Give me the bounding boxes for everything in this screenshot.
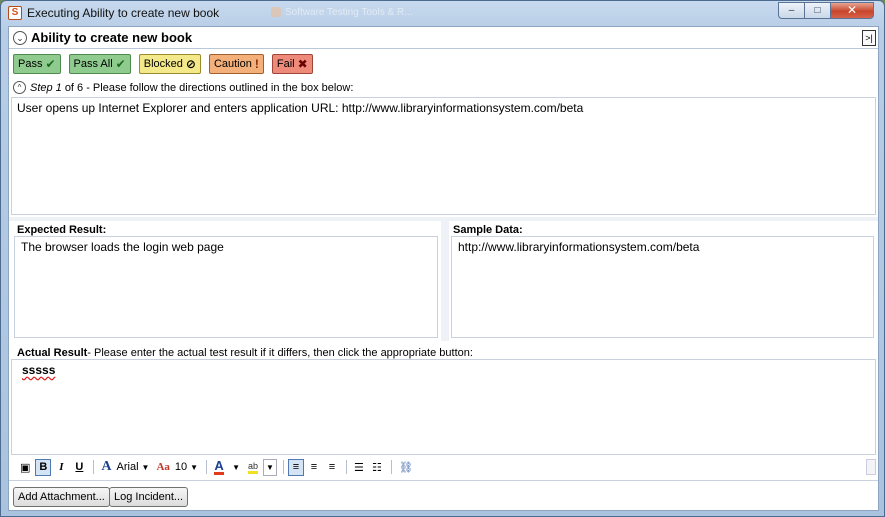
step-of-text: of 6 - Please follow the directions outl… [64, 81, 354, 94]
collapse-icon[interactable]: ⌄ [13, 31, 27, 45]
test-case-title: Ability to create new book [31, 30, 193, 45]
expand-panel-button[interactable]: >| [862, 30, 876, 46]
footer-separator [9, 480, 878, 481]
title-bar[interactable]: S Executing Ability to create new book S… [1, 1, 884, 25]
window-title: Executing Ability to create new book [27, 6, 220, 20]
insert-image-icon[interactable]: ▣ [17, 459, 33, 476]
chevron-down-icon: ▼ [190, 462, 199, 472]
align-center-icon[interactable]: ≡ [306, 459, 322, 476]
pass-all-label: Pass All [73, 58, 113, 70]
expected-result-box: The browser loads the login web page [14, 236, 438, 338]
result-buttons: Pass ✔ Pass All ✔ Blocked ⊘ Caution ! Fa… [13, 54, 321, 74]
italic-button[interactable]: I [53, 459, 69, 476]
actual-result-editor[interactable]: sssss [11, 359, 876, 455]
vertical-splitter[interactable] [441, 221, 449, 341]
font-size-dropdown[interactable]: 10 ▼ [175, 459, 198, 476]
highlight-dropdown[interactable]: ▼ [263, 458, 277, 476]
chevron-up-icon[interactable]: ^ [13, 81, 26, 94]
test-header: ⌄ Ability to create new book >| [9, 27, 878, 49]
font-size-value: 10 [174, 461, 188, 473]
rich-text-toolbar: ▣ B I U A Arial ▼ Aa 10 ▼ A ▼ ab ▼ ≡ ≡ ≡ [17, 457, 872, 477]
blocked-icon: ⊘ [185, 57, 196, 71]
chevron-down-icon: ▼ [141, 462, 150, 472]
toolbar-separator [345, 460, 347, 474]
step-number: Step 1 [30, 81, 62, 94]
expected-result-label: Expected Result: [17, 224, 107, 236]
sample-data-label: Sample Data: [453, 224, 523, 236]
font-color-button[interactable]: A [211, 459, 227, 476]
caution-button[interactable]: Caution ! [208, 54, 264, 74]
window-controls: – □ ✕ [778, 2, 874, 19]
minimize-button[interactable]: – [778, 2, 804, 19]
caution-label: Caution [213, 58, 252, 70]
numbered-list-icon[interactable]: ☷ [369, 459, 385, 476]
maximize-button[interactable]: □ [804, 2, 830, 19]
align-right-icon[interactable]: ≡ [324, 459, 340, 476]
scrollbar[interactable] [866, 459, 876, 475]
app-icon: S [8, 6, 22, 20]
font-color-dropdown[interactable]: ▼ [229, 459, 243, 476]
exclamation-icon: ! [254, 57, 259, 71]
checkmark-icon: ✔ [45, 57, 56, 71]
actual-result-text: sssss [22, 363, 56, 377]
highlight-button[interactable]: ab [245, 459, 261, 476]
actual-result-label: Actual Result- Please enter the actual t… [17, 347, 473, 359]
font-size-icon: Aa [156, 461, 170, 473]
actual-result-hint: - Please enter the actual test result if… [87, 347, 473, 359]
add-attachment-button[interactable]: Add Attachment... [13, 487, 110, 507]
blocked-button[interactable]: Blocked ⊘ [138, 54, 201, 74]
double-checkmark-icon: ✔ [115, 57, 126, 71]
toolbar-separator [282, 460, 284, 474]
step-instructions: ^ Step 1 of 6 - Please follow the direct… [13, 81, 353, 94]
log-incident-button[interactable]: Log Incident... [109, 487, 189, 507]
execution-window: S Executing Ability to create new book S… [0, 0, 885, 517]
pass-label: Pass [18, 58, 43, 70]
fail-button[interactable]: Fail ✖ [271, 54, 313, 74]
blocked-label: Blocked [143, 58, 183, 70]
toolbar-separator [93, 460, 95, 474]
font-name-value: Arial [116, 461, 139, 473]
x-icon: ✖ [297, 57, 308, 71]
font-icon: A [101, 459, 112, 474]
align-left-icon[interactable]: ≡ [287, 458, 304, 476]
toolbar-separator [390, 460, 392, 474]
underline-button[interactable]: U [71, 459, 87, 476]
client-area: ⌄ Ability to create new book >| Pass ✔ P… [8, 26, 879, 511]
fail-label: Fail [276, 58, 295, 70]
background-window-tab: Software Testing Tools & R... [269, 4, 429, 21]
link-icon[interactable]: ⛓ [396, 459, 416, 476]
close-button[interactable]: ✕ [830, 2, 874, 19]
pass-button[interactable]: Pass ✔ [13, 54, 61, 74]
bold-button[interactable]: B [35, 458, 52, 476]
actual-result-title: Actual Result [17, 347, 88, 359]
pass-all-button[interactable]: Pass All ✔ [68, 54, 131, 74]
font-name-dropdown[interactable]: Arial ▼ [117, 459, 150, 476]
sample-data-box: http://www.libraryinformationsystem.com/… [451, 236, 874, 338]
toolbar-separator [206, 460, 208, 474]
bullet-list-icon[interactable]: ☰ [351, 459, 367, 476]
step-description: User opens up Internet Explorer and ente… [11, 97, 876, 215]
